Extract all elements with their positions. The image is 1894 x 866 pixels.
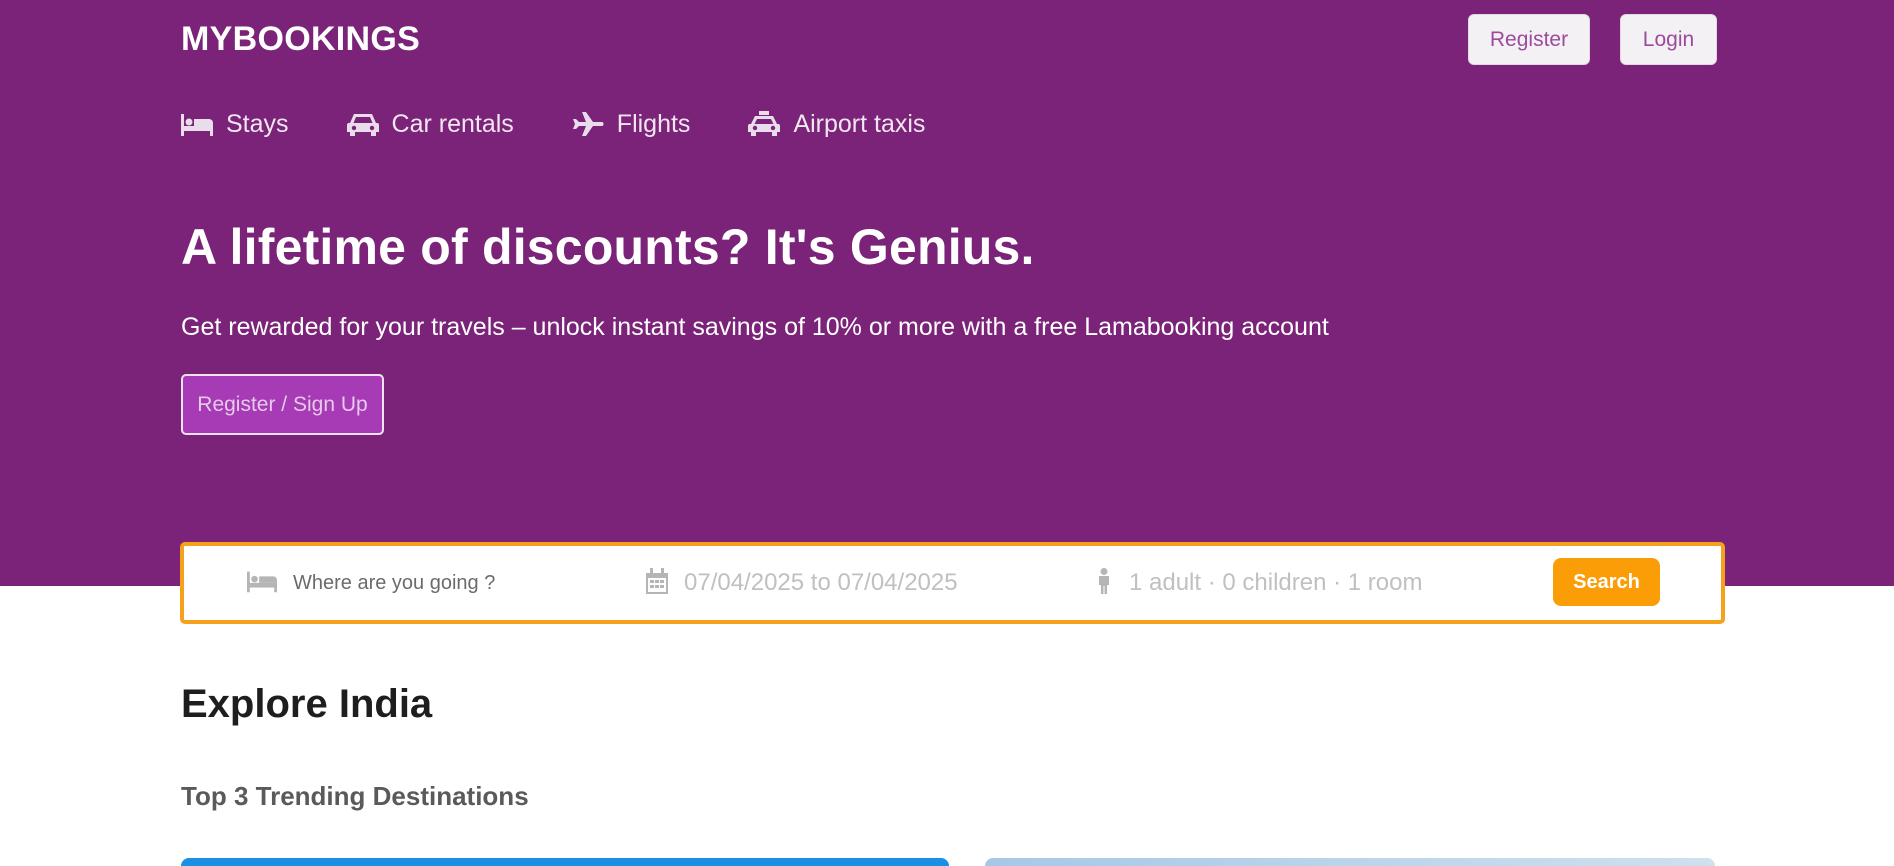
calendar-icon [646, 567, 668, 599]
hero-header: MYBOOKINGS Register Login Stays Car rent… [0, 0, 1894, 586]
bed-icon [247, 569, 277, 598]
taxi-icon [748, 111, 781, 137]
section-title: Explore India [181, 682, 433, 726]
nav-tabs: Stays Car rentals Flights Airport taxis [181, 106, 983, 142]
destination-input[interactable] [293, 571, 593, 595]
person-icon [1095, 567, 1113, 599]
search-button[interactable]: Search [1553, 558, 1660, 606]
car-icon [346, 111, 379, 137]
search-bar: 07/04/2025 to 07/04/2025 1 adult · 0 chi… [180, 542, 1725, 624]
date-range-field[interactable]: 07/04/2025 to 07/04/2025 [646, 546, 958, 620]
bed-icon [181, 111, 213, 137]
register-button[interactable]: Register [1468, 14, 1590, 65]
tab-car-rentals[interactable]: Car rentals [346, 109, 514, 139]
guests-text: 1 adult · 0 children · 1 room [1129, 569, 1423, 596]
plane-icon [572, 111, 604, 137]
hero-subline: Get rewarded for your travels – unlock i… [181, 313, 1329, 341]
date-range-text: 07/04/2025 to 07/04/2025 [684, 569, 958, 596]
destination-field[interactable] [247, 546, 593, 620]
tab-car-rentals-label: Car rentals [391, 109, 514, 138]
tab-stays-label: Stays [226, 109, 289, 138]
subsection-title: Top 3 Trending Destinations [181, 781, 529, 811]
login-button[interactable]: Login [1620, 14, 1717, 65]
hero-headline: A lifetime of discounts? It's Genius. [181, 219, 1035, 275]
register-signup-button[interactable]: Register / Sign Up [181, 374, 384, 435]
tab-flights-label: Flights [616, 109, 691, 138]
tab-airport-taxis-label: Airport taxis [793, 109, 926, 138]
destination-card[interactable] [985, 858, 1715, 866]
site-logo[interactable]: MYBOOKINGS [181, 20, 420, 59]
destination-card[interactable] [181, 858, 949, 866]
tab-flights[interactable]: Flights [572, 109, 691, 139]
tab-stays[interactable]: Stays [181, 110, 289, 139]
guests-field[interactable]: 1 adult · 0 children · 1 room [1095, 546, 1422, 620]
tab-airport-taxis[interactable]: Airport taxis [748, 110, 925, 139]
